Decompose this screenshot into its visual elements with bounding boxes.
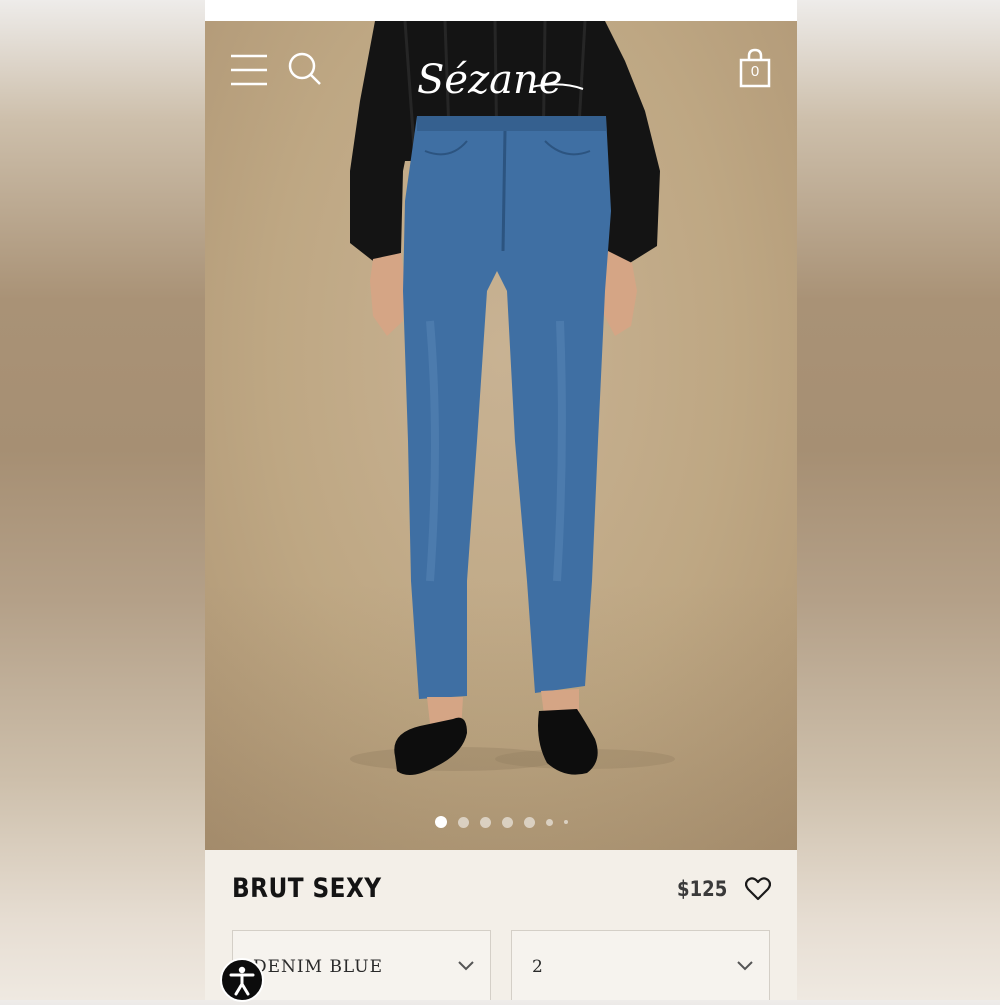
color-select[interactable]: DENIM BLUE [232,930,491,1000]
search-icon [288,52,321,85]
hamburger-menu-icon [231,54,267,86]
color-select-value: DENIM BLUE [253,957,384,977]
brand-logo[interactable]: Sézane [411,45,591,115]
product-image[interactable]: Sézane 0 [205,21,797,850]
carousel-dot[interactable] [563,820,568,824]
product-price: $125 [677,877,728,901]
carousel-dot[interactable] [523,816,535,828]
carousel-dot[interactable] [479,816,491,828]
carousel-dot[interactable] [545,818,553,826]
wishlist-button[interactable] [744,877,772,901]
sezane-logo: Sézane [417,57,584,103]
accessibility-icon [229,966,255,996]
size-select[interactable]: 2 [511,930,770,1000]
carousel-dot[interactable] [501,816,513,828]
cart-button[interactable]: 0 [738,48,772,88]
heart-icon [744,877,772,901]
logo-text: Sézane [417,57,562,103]
carousel-dot[interactable] [457,816,469,828]
size-select-value: 2 [532,957,544,977]
search-button[interactable] [287,51,323,87]
menu-button[interactable] [230,53,268,87]
carousel-dot[interactable] [434,816,447,828]
accessibility-button[interactable] [220,958,264,1002]
carousel-indicator [205,816,797,828]
model-wearing-jeans [350,21,675,775]
product-page: Sézane 0 BRUT SEXY $125 DENIM BLUE 2 [205,0,797,1000]
product-info: BRUT SEXY $125 DENIM BLUE 2 [205,850,797,1000]
cart-count: 0 [750,63,760,80]
product-title: BRUT SEXY [232,873,382,904]
chevron-down-icon [737,961,753,971]
chevron-down-icon [458,961,474,971]
status-bar [205,0,797,21]
